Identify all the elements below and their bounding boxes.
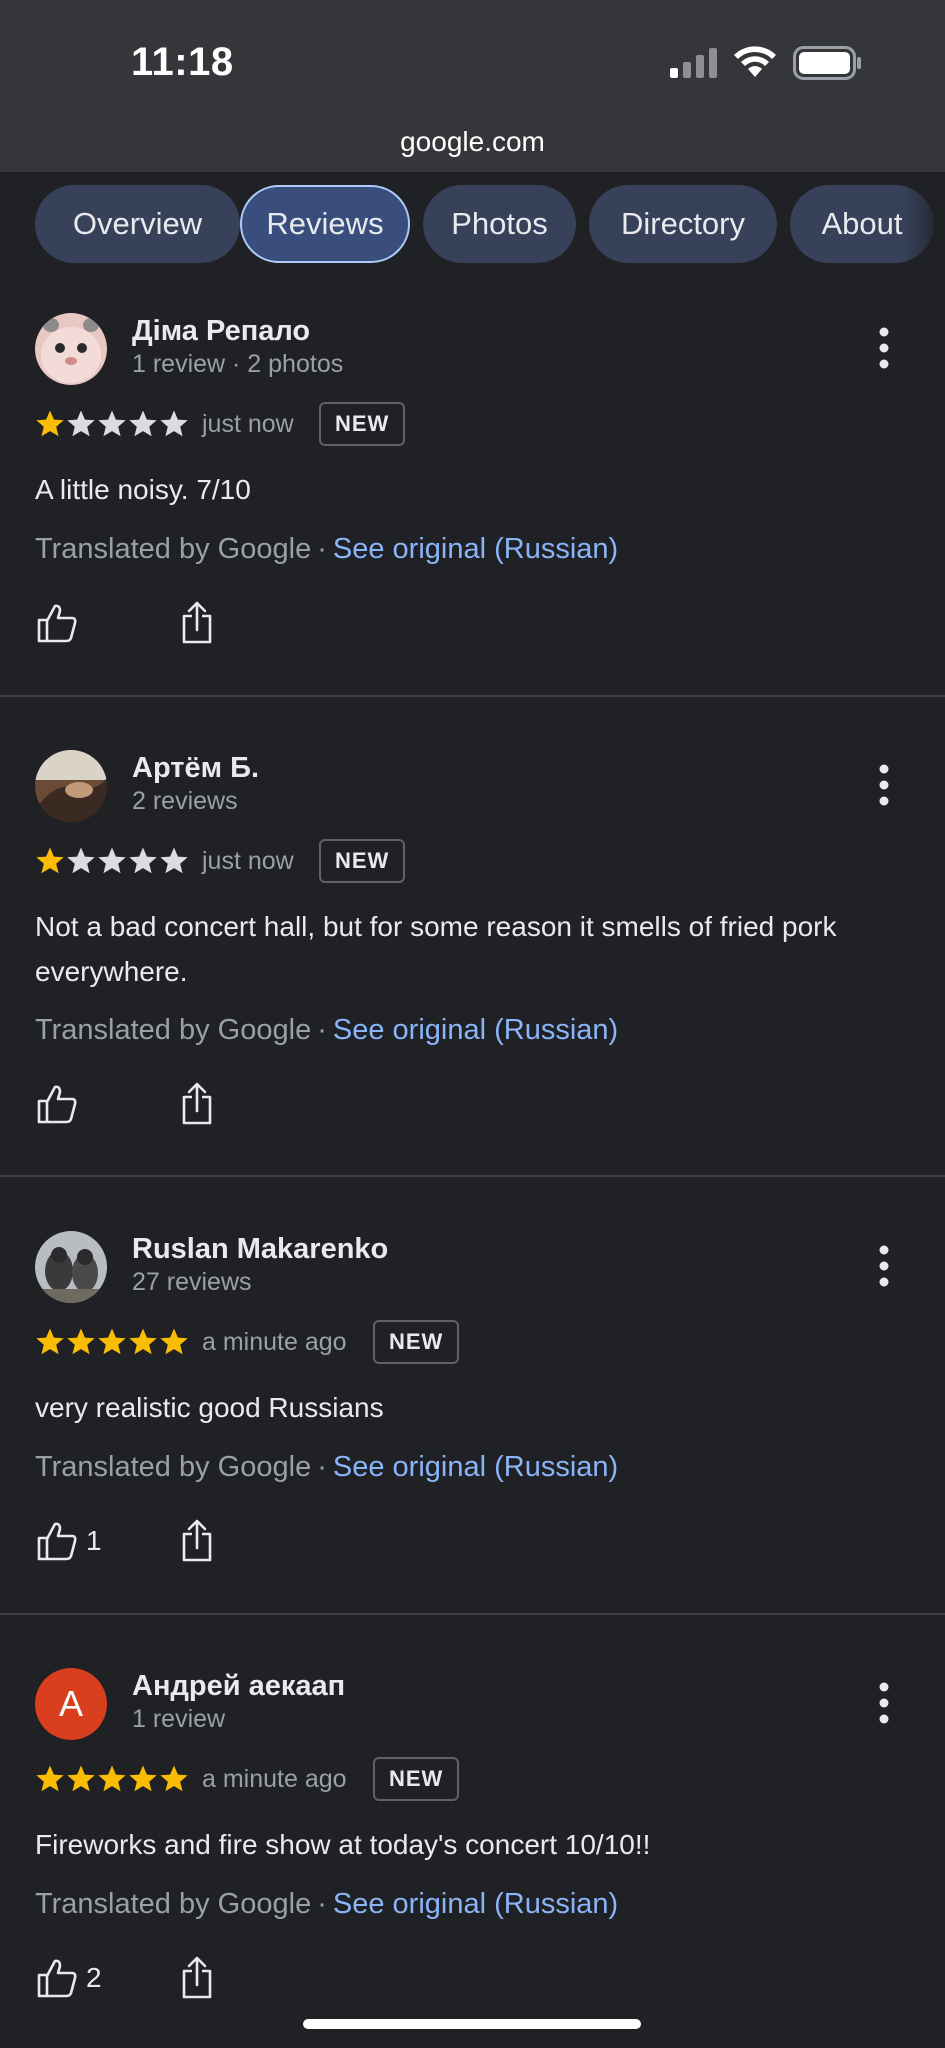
- see-original-link[interactable]: See original (Russian): [333, 1451, 618, 1483]
- review-card: Діма Репало 1 review · 2 photos just now…: [0, 300, 945, 697]
- review-time: a minute ago: [202, 1328, 347, 1356]
- star-empty-icon: [160, 410, 188, 437]
- tab-photos[interactable]: Photos: [423, 185, 576, 263]
- more-options-icon[interactable]: [872, 1244, 896, 1288]
- new-badge: NEW: [319, 839, 406, 883]
- tab-overview[interactable]: Overview: [35, 185, 240, 263]
- new-badge: NEW: [373, 1757, 460, 1801]
- star-empty-icon: [160, 847, 188, 874]
- star-filled-icon: [36, 410, 64, 437]
- battery-icon: [793, 46, 861, 80]
- review-card: А Андрей аекаап 1 review a minute ago NE…: [0, 1655, 945, 2048]
- review-text: Fireworks and fire show at today's conce…: [35, 1829, 651, 1860]
- tab-directory[interactable]: Directory: [589, 185, 777, 263]
- star-empty-icon: [98, 410, 126, 437]
- new-badge: NEW: [373, 1320, 460, 1364]
- home-indicator[interactable]: [303, 2019, 641, 2029]
- tab-reviews[interactable]: Reviews: [240, 185, 410, 263]
- translated-by-label: Translated by Google: [35, 533, 312, 565]
- screen: 11:18 google.com Overview Reviews Photos…: [0, 0, 945, 2048]
- star-filled-icon: [160, 1328, 188, 1355]
- review-card: Артём Б. 2 reviews just now NEW Not a ba…: [0, 737, 945, 1174]
- review-text: A little noisy. 7/10: [35, 474, 251, 505]
- share-icon[interactable]: [180, 1081, 214, 1125]
- star-filled-icon: [36, 1765, 64, 1792]
- review-divider: [0, 695, 945, 697]
- avatar-photo-icon: [35, 750, 107, 822]
- reviewer-meta: 2 reviews: [132, 787, 238, 815]
- like-count: 1: [86, 1525, 102, 1556]
- review-time: a minute ago: [202, 1765, 347, 1793]
- share-icon[interactable]: [180, 1955, 214, 1999]
- thumbs-up-icon[interactable]: [36, 602, 78, 644]
- thumbs-up-icon[interactable]: [36, 1520, 78, 1562]
- thumbs-up-icon[interactable]: [36, 1957, 78, 1999]
- review-divider: [0, 1175, 945, 1177]
- star-filled-icon: [36, 847, 64, 874]
- more-options-icon[interactable]: [872, 763, 896, 807]
- translated-by-label: Translated by Google: [35, 1014, 312, 1046]
- star-filled-icon: [98, 1765, 126, 1792]
- translated-by-label: Translated by Google: [35, 1451, 312, 1483]
- see-original-link[interactable]: See original (Russian): [333, 533, 618, 565]
- avatar[interactable]: [35, 1231, 107, 1303]
- review-divider: [0, 1613, 945, 1615]
- star-rating: [35, 1764, 190, 1796]
- star-filled-icon: [67, 1328, 95, 1355]
- star-empty-icon: [129, 847, 157, 874]
- review-time: just now: [202, 847, 294, 875]
- browser-chrome: 11:18 google.com: [0, 0, 945, 173]
- avatar-birds-icon: [35, 1231, 107, 1303]
- translation-line: Translated by Google · See original (Russi…: [35, 533, 619, 565]
- review-card: Ruslan Makarenko 27 reviews a minute ago…: [0, 1218, 945, 1615]
- translated-by-label: Translated by Google: [35, 1888, 312, 1920]
- star-empty-icon: [67, 410, 95, 437]
- star-filled-icon: [129, 1765, 157, 1792]
- share-icon[interactable]: [180, 600, 214, 644]
- reviewer-meta: 27 reviews: [132, 1268, 252, 1296]
- reviewer-meta: 1 review: [132, 1705, 226, 1733]
- review-text: Not a bad concert hall, but for some rea…: [35, 911, 837, 987]
- thumbs-up-icon[interactable]: [36, 1083, 78, 1125]
- reviewer-meta: 1 review · 2 photos: [132, 350, 344, 378]
- more-options-icon[interactable]: [872, 326, 896, 370]
- avatar[interactable]: [35, 750, 107, 822]
- star-rating: [35, 409, 190, 441]
- avatar[interactable]: А: [35, 1668, 107, 1740]
- reviewer-name[interactable]: Артём Б.: [132, 752, 259, 785]
- review-time: just now: [202, 410, 294, 438]
- reviewer-name[interactable]: Діма Репало: [132, 315, 310, 348]
- translation-line: Translated by Google · See original (Russi…: [35, 1888, 619, 1920]
- star-rating: [35, 1327, 190, 1359]
- see-original-link[interactable]: See original (Russian): [333, 1888, 618, 1920]
- tab-scroll-fade: [905, 172, 945, 282]
- reviewer-name[interactable]: Андрей аекаап: [132, 1670, 345, 1703]
- avatar-hamster-icon: [35, 313, 107, 385]
- new-badge: NEW: [319, 402, 406, 446]
- cellular-signal-icon: [670, 48, 717, 78]
- star-empty-icon: [98, 847, 126, 874]
- like-count: 2: [86, 1962, 102, 1993]
- star-filled-icon: [36, 1328, 64, 1355]
- status-time: 11:18: [131, 40, 234, 84]
- review-text: very realistic good Russians: [35, 1392, 384, 1423]
- translation-line: Translated by Google · See original (Russi…: [35, 1014, 619, 1046]
- star-filled-icon: [98, 1328, 126, 1355]
- star-rating: [35, 846, 190, 878]
- share-icon[interactable]: [180, 1518, 214, 1562]
- url-bar[interactable]: google.com: [0, 126, 945, 158]
- star-filled-icon: [67, 1765, 95, 1792]
- avatar[interactable]: [35, 313, 107, 385]
- see-original-link[interactable]: See original (Russian): [333, 1014, 618, 1046]
- tab-bar: Overview Reviews Photos Directory About: [0, 172, 945, 282]
- star-filled-icon: [129, 1328, 157, 1355]
- reviewer-name[interactable]: Ruslan Makarenko: [132, 1233, 388, 1266]
- more-options-icon[interactable]: [872, 1681, 896, 1725]
- star-empty-icon: [129, 410, 157, 437]
- star-filled-icon: [160, 1765, 188, 1792]
- wifi-icon: [734, 46, 776, 77]
- star-empty-icon: [67, 847, 95, 874]
- translation-line: Translated by Google · See original (Russi…: [35, 1451, 619, 1483]
